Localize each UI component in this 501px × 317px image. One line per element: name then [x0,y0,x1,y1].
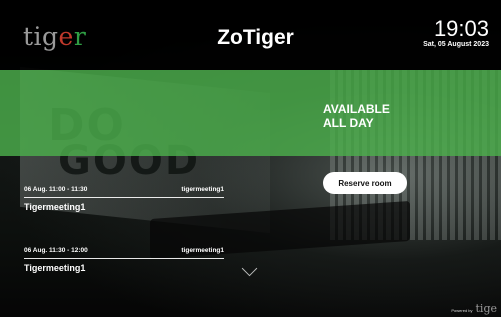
meeting-organizer: tigermeeting1 [181,186,224,193]
meeting-time: 06 Aug. 11:30 - 12:00 [24,247,88,254]
meeting-meta: 06 Aug. 11:30 - 12:00 tigermeeting1 [24,247,224,259]
powered-by-logo: tige [475,302,498,315]
current-time: 19:03 [433,16,489,41]
powered-by-label: Powered by [451,308,473,313]
meeting-organizer: tigermeeting1 [181,247,224,254]
chevron-down-icon[interactable] [241,260,258,277]
reserve-room-button[interactable]: Reserve room [323,172,407,194]
clock: 19:03 Sat, 05 August 2023 [423,16,489,49]
meeting-meta: 06 Aug. 11:00 - 11:30 tigermeeting1 [24,186,224,198]
meeting-item[interactable]: 06 Aug. 11:30 - 12:00 tigermeeting1 Tige… [24,247,224,273]
current-date: Sat, 05 August 2023 [423,41,489,48]
header-bar: tiger ZoTiger 19:03 Sat, 05 August 2023 [0,0,501,70]
status-line-1: AVAILABLE [323,102,390,116]
meeting-title: Tigermeeting1 [24,202,86,212]
room-display-screen: DO GOOD tiger ZoTiger 19:03 Sat, 05 Augu… [0,0,501,317]
availability-band [0,70,501,156]
status-line-2: ALL DAY [323,116,374,130]
meeting-item[interactable]: 06 Aug. 11:00 - 11:30 tigermeeting1 Tige… [24,186,224,212]
meeting-time: 06 Aug. 11:00 - 11:30 [24,186,88,193]
powered-by: Powered by tige [451,302,497,315]
availability-status: AVAILABLE ALL DAY [323,102,390,130]
meeting-title: Tigermeeting1 [24,263,86,273]
